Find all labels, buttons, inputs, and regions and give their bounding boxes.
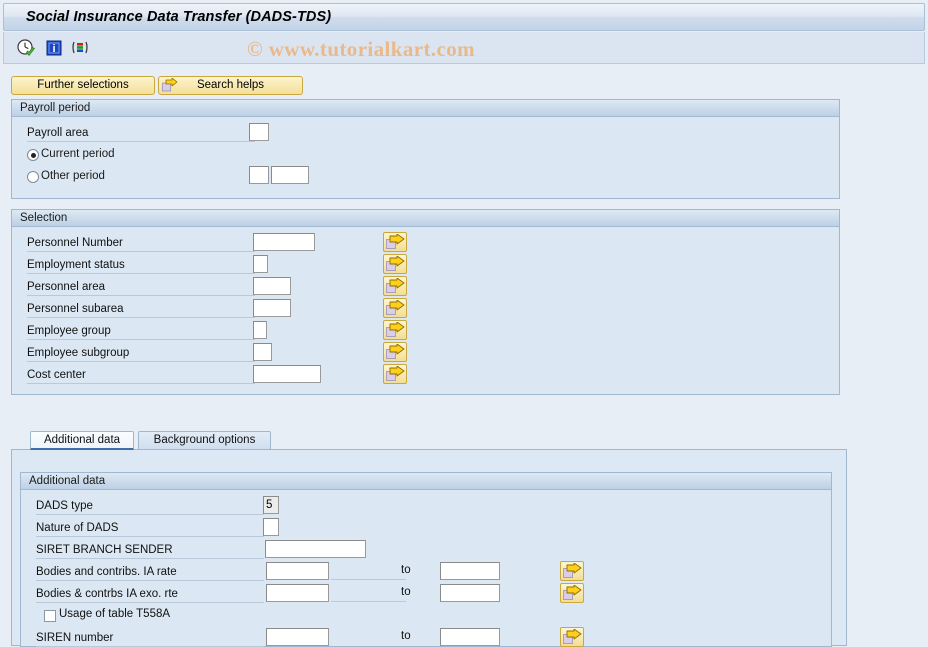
selection-row-input[interactable]: [253, 233, 315, 251]
selection-row-label: Employee subgroup: [27, 346, 255, 362]
selection-row-label: Personnel Number: [27, 236, 255, 252]
dads-type-label: DADS type: [36, 499, 264, 515]
selection-row-input[interactable]: [253, 365, 321, 383]
payroll-area-label: Payroll area: [27, 126, 255, 142]
payroll-period-header: Payroll period: [12, 100, 839, 117]
selection-row-multi-select-button[interactable]: [383, 320, 407, 340]
bodies-ia-exo-rate-to-label: to: [401, 586, 411, 598]
variant-icon[interactable]: [70, 38, 90, 58]
further-selections-button[interactable]: Further selections: [11, 76, 155, 95]
other-period-radio[interactable]: [27, 171, 39, 183]
additional-data-header: Additional data: [21, 473, 831, 490]
payroll-area-input[interactable]: [249, 123, 269, 141]
selection-row-input[interactable]: [253, 277, 291, 295]
other-period-input-1[interactable]: [249, 166, 269, 184]
selection-row-input[interactable]: [253, 321, 267, 339]
search-helps-button[interactable]: Search helps: [158, 76, 303, 95]
bodies-ia-rate-separator-line: [331, 579, 406, 580]
bodies-ia-exo-rate-label: Bodies & contrbs IA exo. rte: [36, 587, 264, 603]
selection-row-multi-select-button[interactable]: [383, 298, 407, 318]
selection-row-multi-select-button[interactable]: [383, 254, 407, 274]
window-title: Social Insurance Data Transfer (DADS-TDS…: [26, 9, 332, 25]
other-period-label: Other period: [41, 170, 105, 182]
execute-clock-icon[interactable]: [16, 38, 36, 58]
window-title-bar: Social Insurance Data Transfer (DADS-TDS…: [3, 3, 925, 31]
siren-number-from-input[interactable]: [266, 628, 329, 646]
usage-t558a-label: Usage of table T558A: [59, 608, 171, 620]
selection-row-multi-select-button[interactable]: [383, 232, 407, 252]
search-helps-label: Search helps: [196, 79, 265, 91]
current-period-label: Current period: [41, 148, 115, 160]
siren-number-label: SIREN number: [36, 631, 264, 647]
selection-row-label: Personnel subarea: [27, 302, 255, 318]
payroll-period-group: Payroll period Payroll area Current peri…: [11, 99, 840, 199]
nature-of-dads-input[interactable]: [263, 518, 279, 536]
siren-number-multi-select-button[interactable]: [560, 627, 584, 647]
payroll-period-title: Payroll period: [20, 102, 91, 114]
selection-row-multi-select-button[interactable]: [383, 364, 407, 384]
selection-row-label: Employee group: [27, 324, 255, 340]
dads-type-input[interactable]: [263, 496, 279, 514]
selection-row-label: Employment status: [27, 258, 255, 274]
tab-additional-data[interactable]: Additional data: [30, 431, 134, 450]
siren-number-to-label: to: [401, 630, 411, 642]
bodies-ia-rate-to-label: to: [401, 564, 411, 576]
selection-row-multi-select-button[interactable]: [383, 342, 407, 362]
siret-branch-sender-input[interactable]: [265, 540, 366, 558]
selection-row-input[interactable]: [253, 343, 272, 361]
selection-row-input[interactable]: [253, 255, 268, 273]
additional-data-title: Additional data: [29, 475, 106, 487]
info-icon[interactable]: i: [44, 38, 64, 58]
nature-of-dads-label: Nature of DADS: [36, 521, 264, 537]
siren-number-to-input[interactable]: [440, 628, 500, 646]
selection-header: Selection: [12, 210, 839, 227]
site-watermark: © www.tutorialkart.com: [247, 37, 476, 61]
bodies-ia-rate-multi-select-button[interactable]: [560, 561, 584, 581]
selection-group: Selection Personnel Number Employment sta…: [11, 209, 840, 395]
bodies-ia-rate-to-input[interactable]: [440, 562, 500, 580]
selection-row-label: Cost center: [27, 368, 255, 384]
bodies-ia-rate-from-input[interactable]: [266, 562, 329, 580]
bodies-ia-exo-rate-to-input[interactable]: [440, 584, 500, 602]
usage-t558a-checkbox[interactable]: [44, 610, 56, 622]
tab-background-options[interactable]: Background options: [138, 431, 271, 450]
siret-branch-sender-label: SIRET BRANCH SENDER: [36, 543, 264, 559]
selection-row-input[interactable]: [253, 299, 291, 317]
selection-row-multi-select-button[interactable]: [383, 276, 407, 296]
current-period-radio[interactable]: [27, 149, 39, 161]
bodies-ia-exo-rate-from-input[interactable]: [266, 584, 329, 602]
bodies-ia-rate-label: Bodies and contribs. IA rate: [36, 565, 264, 581]
svg-text:i: i: [52, 43, 55, 55]
selection-row-label: Personnel area: [27, 280, 255, 296]
tab-content-panel: Additional data DADS type Nature of DADS…: [11, 449, 847, 647]
other-period-input-2[interactable]: [271, 166, 309, 184]
bodies-ia-exo-rate-multi-select-button[interactable]: [560, 583, 584, 603]
additional-data-group: Additional data DADS type Nature of DADS…: [20, 472, 832, 647]
bodies-ia-exo-rate-separator-line: [331, 601, 406, 602]
selection-title: Selection: [20, 212, 68, 224]
